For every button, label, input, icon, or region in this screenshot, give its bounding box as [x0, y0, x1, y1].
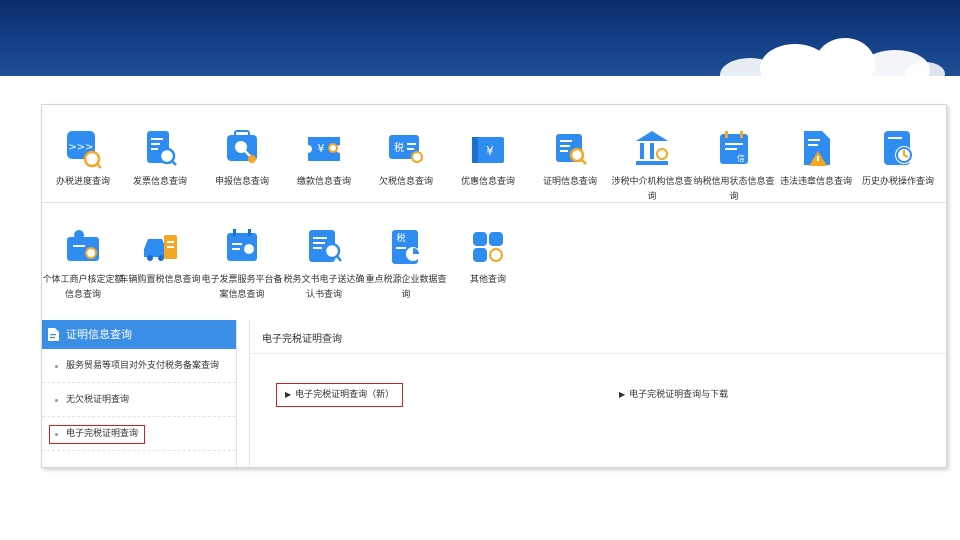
- tile-credit[interactable]: 信 纳税信用状态信息查询: [693, 129, 775, 205]
- discount-coupon-icon: ¥: [472, 137, 504, 163]
- tile-label: 证明信息查询: [542, 177, 597, 187]
- document-search-icon: [309, 230, 342, 262]
- svg-text:¥: ¥: [486, 144, 494, 158]
- tile-label: 其他查询: [469, 275, 506, 285]
- e-tax-cert-download-link[interactable]: ▶ 电子完税证明查询与下载: [619, 384, 728, 406]
- tile-declaration[interactable]: 申报信息查询: [201, 129, 283, 190]
- clock-search-icon: >>>: [67, 131, 102, 169]
- bullet-dot: [55, 433, 58, 436]
- row-divider: [42, 202, 946, 203]
- calendar-record-icon: [227, 229, 257, 261]
- tile-label: 办税进度查询: [55, 177, 110, 187]
- tile-label: 车辆购置税信息查询: [119, 275, 201, 285]
- tile-label: 历史办税操作查询: [861, 177, 934, 187]
- warning-document-icon: [804, 131, 830, 166]
- triangle-right-icon: ▶: [619, 390, 626, 399]
- tile-label: 个体工商户核定定额信息查询: [42, 275, 124, 300]
- tile-payment[interactable]: ¥ 缴款信息查询: [283, 129, 365, 190]
- tile-history[interactable]: 历史办税操作查询: [857, 129, 939, 190]
- sidebar-title: 证明信息查询: [66, 328, 132, 341]
- tile-label: 优惠信息查询: [460, 177, 515, 187]
- tile-key-tax-source[interactable]: 税 重点税源企业数据查询: [365, 227, 447, 303]
- query-panel: >>> 办税进度查询 发票信息查询 申报信息查询 ¥ 缴款信息查询 税 欠税信息…: [41, 104, 947, 468]
- tile-label: 发票信息查询: [132, 177, 187, 187]
- tax-chart-icon: 税: [392, 230, 420, 264]
- tax-arrears-icon: 税: [389, 135, 423, 163]
- sidebar-header: 证明信息查询: [42, 320, 236, 349]
- e-tax-cert-new-link[interactable]: ▶ 电子完税证明查询（新）: [276, 383, 404, 407]
- svg-text:¥: ¥: [318, 142, 325, 155]
- tile-other[interactable]: 其他查询: [447, 227, 529, 288]
- svg-text:税: 税: [396, 232, 405, 244]
- cloud-decoration: [905, 62, 945, 76]
- content-area: 电子完税证明查询 ▶ 电子完税证明查询（新） ▶ 电子完税证明查询与下载: [249, 320, 946, 467]
- triangle-right-icon: ▶: [285, 390, 292, 399]
- tile-label: 违法违章信息查询: [779, 177, 852, 187]
- tile-vehicle-tax[interactable]: 车辆购置税信息查询: [119, 227, 201, 288]
- tile-e-invoice-record[interactable]: 电子发票服务平台备案信息查询: [201, 227, 283, 303]
- sidebar-item-no-arrears[interactable]: 无欠税证明查询: [42, 383, 236, 417]
- document-icon: [48, 328, 59, 341]
- business-license-icon: [67, 230, 99, 261]
- tile-label: 重点税源企业数据查询: [365, 275, 447, 300]
- sidebar-item-label: 服务贸易等项目对外支付税务备案查询: [66, 361, 220, 371]
- tile-business-quota[interactable]: 个体工商户核定定额信息查询: [42, 227, 124, 303]
- tile-label: 申报信息查询: [214, 177, 269, 187]
- invoice-search-icon: [147, 131, 177, 166]
- tile-arrears[interactable]: 税 欠税信息查询: [365, 129, 447, 190]
- link-label: 电子完税证明查询与下载: [629, 390, 729, 400]
- history-clock-icon: [884, 131, 913, 165]
- svg-text:税: 税: [394, 141, 404, 154]
- bullet-dot: [55, 365, 58, 368]
- tile-violation[interactable]: 违法违章信息查询: [775, 129, 857, 190]
- car-icon: [144, 235, 177, 261]
- tile-tax-document[interactable]: 税务文书电子送达确认书查询: [283, 227, 365, 303]
- certificate-search-icon: [556, 134, 587, 165]
- tile-tax-progress[interactable]: >>> 办税进度查询: [42, 129, 124, 190]
- content-title: 电子完税证明查询: [250, 320, 946, 354]
- tile-label: 电子发票服务平台备案信息查询: [201, 275, 283, 300]
- tile-discount[interactable]: ¥ 优惠信息查询: [447, 129, 529, 190]
- sidebar-item-e-tax-certificate[interactable]: 电子完税证明查询: [42, 417, 236, 451]
- tile-label: 缴款信息查询: [296, 177, 351, 187]
- tile-label: 涉税中介机构信息查询: [611, 177, 693, 202]
- sidebar: 证明信息查询 服务贸易等项目对外支付税务备案查询 无欠税证明查询 电子完税证明查…: [42, 320, 237, 467]
- tile-label: 纳税信用状态信息查询: [693, 177, 775, 202]
- tile-certificate[interactable]: 证明信息查询: [529, 129, 611, 190]
- sidebar-item-service-trade[interactable]: 服务贸易等项目对外支付税务备案查询: [42, 349, 236, 383]
- link-label: 电子完税证明查询（新）: [295, 390, 395, 400]
- tile-label: 税务文书电子送达确认书查询: [283, 275, 365, 300]
- tile-invoice[interactable]: 发票信息查询: [119, 129, 201, 190]
- payment-ticket-icon: ¥: [308, 137, 340, 161]
- sidebar-item-label: 无欠税证明查询: [66, 395, 130, 405]
- bullet-dot: [55, 399, 58, 402]
- top-banner: [0, 0, 960, 76]
- credit-calendar-icon: 信: [720, 131, 748, 164]
- bank-building-icon: [636, 131, 668, 165]
- tile-label: 欠税信息查询: [378, 177, 433, 187]
- tile-agency[interactable]: 涉税中介机构信息查询: [611, 129, 693, 205]
- grid-apps-icon: [473, 232, 503, 262]
- svg-text:信: 信: [737, 153, 745, 163]
- declaration-search-icon: [227, 130, 257, 163]
- highlight-box: [49, 425, 145, 444]
